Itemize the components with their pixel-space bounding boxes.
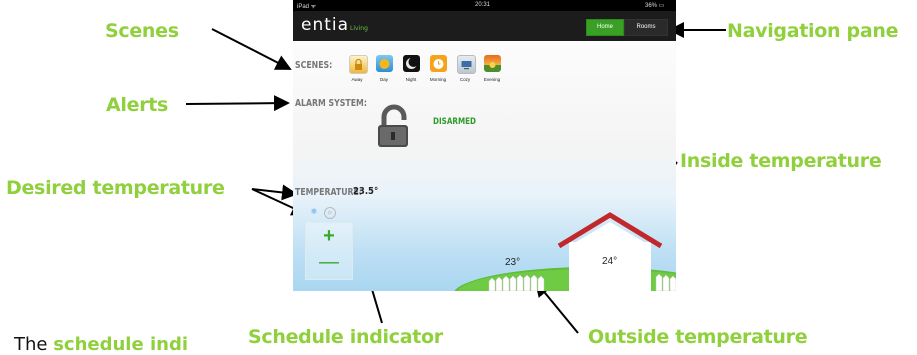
scenes-label: SCENES: — [295, 60, 333, 71]
sunset-icon — [489, 62, 496, 68]
lock-icon — [355, 58, 362, 70]
alarm-clock-icon — [433, 59, 444, 69]
scene-day-button[interactable] — [376, 55, 393, 72]
scene-cozy-button[interactable] — [457, 55, 476, 74]
app-screenshot: iPad ᯤ 20:31 36% ▭ entiaLiving Home Room… — [293, 0, 676, 291]
tv-icon — [461, 61, 472, 70]
scene-caption-day: Day — [379, 77, 388, 82]
scene-morning-button[interactable] — [430, 55, 447, 72]
scene-evening-button[interactable] — [484, 55, 501, 72]
status-left: iPad ᯤ — [297, 4, 317, 10]
arrow-alerts — [185, 95, 290, 112]
scene-caption-evening: Evening — [483, 77, 501, 82]
snowflake-icon: ❄ — [310, 207, 318, 216]
scene-caption-night: Night — [405, 77, 417, 82]
sun-schedule-icon: ☼ — [324, 207, 336, 219]
nav-home-button[interactable]: Home — [586, 19, 624, 36]
alarm-system-label: ALARM SYSTEM: — [295, 98, 367, 109]
outside-temperature-value: 23° — [505, 257, 521, 268]
decrease-temperature-button[interactable]: — — [306, 251, 352, 274]
entia-logo: entiaLiving — [301, 15, 368, 35]
status-battery: 36% ▭ — [645, 3, 665, 9]
desired-temperature-value: 23.5° — [353, 186, 379, 197]
nav-rooms-button[interactable]: Rooms — [624, 19, 668, 36]
scene-caption-cozy: Cozy — [459, 77, 471, 82]
scene-night-button[interactable] — [403, 55, 420, 72]
temperature-control-panel: + — — [305, 222, 353, 280]
navigation-pane: entiaLiving Home Rooms — [293, 11, 676, 41]
padlock-open-icon[interactable] — [375, 103, 413, 148]
moon-icon — [406, 57, 419, 69]
device-status-bar: iPad ᯤ 20:31 36% ▭ — [293, 0, 676, 11]
inside-temperature-value: 24° — [602, 256, 618, 267]
status-time: 20:31 — [475, 2, 491, 8]
temperature-label: TEMPERATURE: — [295, 187, 363, 198]
alarm-status-text: DISARMED — [433, 117, 477, 127]
arrow-scenes — [211, 28, 292, 70]
scene-caption-morning: Morning — [429, 77, 447, 82]
sun-icon — [379, 59, 390, 69]
house-icon — [557, 212, 663, 291]
scene-away-button[interactable] — [349, 55, 368, 74]
increase-temperature-button[interactable]: + — [306, 225, 352, 248]
scene-caption-away: Away — [351, 77, 363, 82]
